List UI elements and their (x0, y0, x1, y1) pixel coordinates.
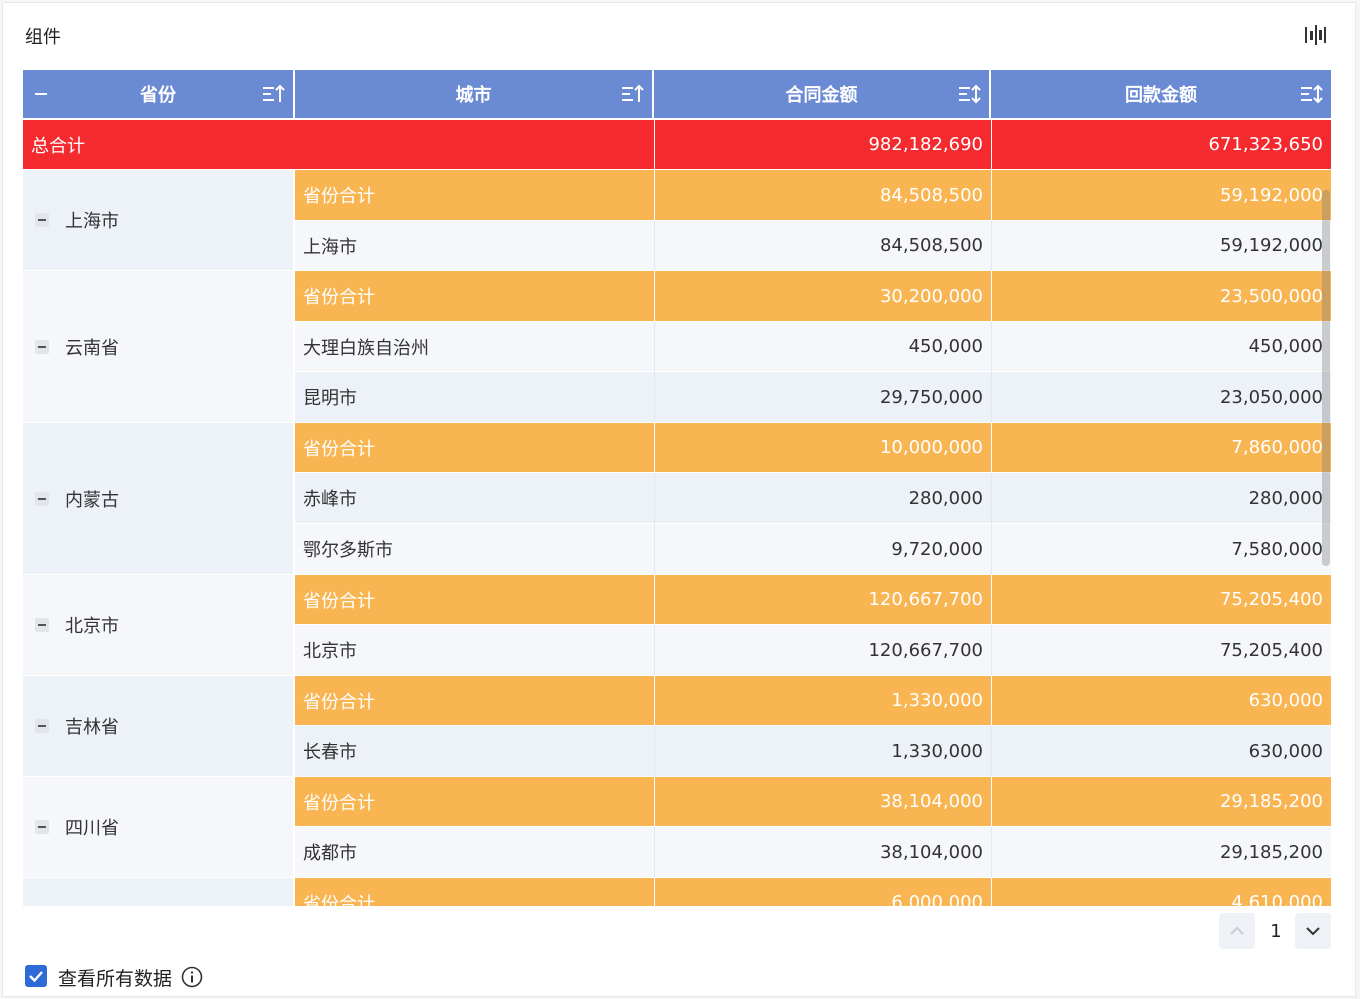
sort-both-icon[interactable] (959, 84, 981, 104)
subtotal-contract: 1,330,000 (654, 676, 991, 726)
subtotal-label: 省份合计 (295, 777, 654, 827)
page-number: 1 (1270, 920, 1282, 942)
subtotal-payment: 29,185,200 (991, 777, 1331, 827)
subtotal-contract: 120,667,700 (654, 575, 991, 625)
subtotal-label: 省份合计 (295, 575, 654, 625)
check-icon (29, 971, 43, 983)
subtotal-label: 省份合计 (295, 423, 654, 473)
header-label: 合同金额 (785, 85, 858, 106)
grand-total-label: 总合计 (23, 120, 654, 170)
table-row: 北京市 120,667,700 75,205,400 (23, 625, 1331, 676)
payment-cell: 29,185,200 (991, 827, 1331, 878)
table-row: 昆明市 29,750,000 23,050,000 (23, 372, 1331, 423)
subtotal-row: 省份合计 38,104,000 29,185,200 (23, 777, 1331, 827)
city-cell: 上海市 (295, 221, 654, 271)
city-cell: 赤峰市 (295, 473, 654, 524)
table-row: 成都市 38,104,000 29,185,200 (23, 827, 1331, 878)
subtotal-contract: 30,200,000 (654, 271, 991, 322)
header-label: 回款金额 (1125, 85, 1197, 106)
payment-cell: 23,050,000 (991, 372, 1331, 423)
contract-cell: 1,330,000 (654, 726, 991, 777)
city-cell: 昆明市 (295, 372, 654, 423)
header-province[interactable]: 省份 (23, 70, 295, 118)
payment-cell: 280,000 (991, 473, 1331, 524)
subtotal-row: 省份合计 30,200,000 23,500,000 (23, 271, 1331, 322)
subtotal-payment: 7,860,000 (991, 423, 1331, 473)
header-label: 城市 (455, 85, 492, 106)
payment-cell: 59,192,000 (991, 221, 1331, 271)
page-down-button[interactable] (1295, 913, 1331, 949)
payment-cell: 450,000 (991, 322, 1331, 372)
city-cell: 成都市 (295, 827, 654, 878)
contract-cell: 29,750,000 (654, 372, 991, 423)
table-header: 省份 城市 合同金额 回款金额 (23, 70, 1331, 120)
payment-cell: 75,205,400 (991, 625, 1331, 676)
page-up-button[interactable] (1219, 913, 1255, 949)
header-payment[interactable]: 回款金额 (991, 70, 1331, 118)
city-cell: 北京市 (295, 625, 654, 676)
subtotal-contract: 84,508,500 (654, 170, 991, 221)
subtotal-payment: 23,500,000 (991, 271, 1331, 322)
subtotal-payment: 630,000 (991, 676, 1331, 726)
subtotal-row: 省份合计 120,667,700 75,205,400 (23, 575, 1331, 625)
sort-asc-icon[interactable] (622, 84, 644, 104)
subtotal-label: 省份合计 (295, 170, 654, 221)
city-cell: 长春市 (295, 726, 654, 777)
contract-cell: 280,000 (654, 473, 991, 524)
subtotal-payment: 4,610,000 (991, 878, 1331, 906)
header-label: 省份 (140, 85, 176, 106)
city-cell: 大理白族自治州 (295, 322, 654, 372)
payment-cell: 7,580,000 (991, 524, 1331, 575)
subtotal-label: 省份合计 (295, 676, 654, 726)
view-all-checkbox[interactable] (25, 965, 47, 987)
table-row: 赤峰市 280,000 280,000 (23, 473, 1331, 524)
subtotal-row: 省份合计 84,508,500 59,192,000 (23, 170, 1331, 221)
header-city[interactable]: 城市 (295, 70, 654, 118)
chevron-up-icon (1230, 926, 1244, 935)
table-row: 大理白族自治州 450,000 450,000 (23, 322, 1331, 372)
table-row: 长春市 1,330,000 630,000 (23, 726, 1331, 777)
subtotal-payment: 75,205,400 (991, 575, 1331, 625)
sort-both-icon[interactable] (1301, 84, 1323, 104)
subtotal-row: 省份合计 6,000,000 4,610,000 (23, 878, 1331, 906)
city-cell: 鄂尔多斯市 (295, 524, 654, 575)
header-contract[interactable]: 合同金额 (654, 70, 991, 118)
contract-cell: 450,000 (654, 322, 991, 372)
subtotal-row: 省份合计 10,000,000 7,860,000 (23, 423, 1331, 473)
vertical-scrollbar[interactable] (1322, 190, 1330, 566)
contract-cell: 9,720,000 (654, 524, 991, 575)
table-row: 上海市 84,508,500 59,192,000 (23, 221, 1331, 271)
subtotal-label: 省份合计 (295, 878, 654, 906)
grand-total-contract: 982,182,690 (654, 120, 991, 170)
panel-title: 组件 (25, 27, 61, 48)
minus-icon[interactable] (35, 93, 47, 95)
view-all-label[interactable]: 查看所有数据 (58, 964, 172, 991)
chart-columns-icon[interactable] (1303, 23, 1327, 47)
info-icon[interactable] (181, 966, 203, 988)
contract-cell: 84,508,500 (654, 221, 991, 271)
contract-cell: 38,104,000 (654, 827, 991, 878)
table-row: 鄂尔多斯市 9,720,000 7,580,000 (23, 524, 1331, 575)
subtotal-payment: 59,192,000 (991, 170, 1331, 221)
subtotal-contract: 6,000,000 (654, 878, 991, 906)
payment-cell: 630,000 (991, 726, 1331, 777)
pivot-table: 省份 城市 合同金额 回款金额 总合计 982,182,690 671,323,… (23, 70, 1331, 906)
subtotal-label: 省份合计 (295, 271, 654, 322)
chevron-down-icon (1306, 927, 1320, 936)
grand-total-payment: 671,323,650 (991, 120, 1331, 170)
subtotal-contract: 38,104,000 (654, 777, 991, 827)
subtotal-contract: 10,000,000 (654, 423, 991, 473)
contract-cell: 120,667,700 (654, 625, 991, 676)
subtotal-row: 省份合计 1,330,000 630,000 (23, 676, 1331, 726)
sort-asc-icon[interactable] (263, 84, 285, 104)
grand-total-row: 总合计 982,182,690 671,323,650 (23, 120, 1331, 170)
